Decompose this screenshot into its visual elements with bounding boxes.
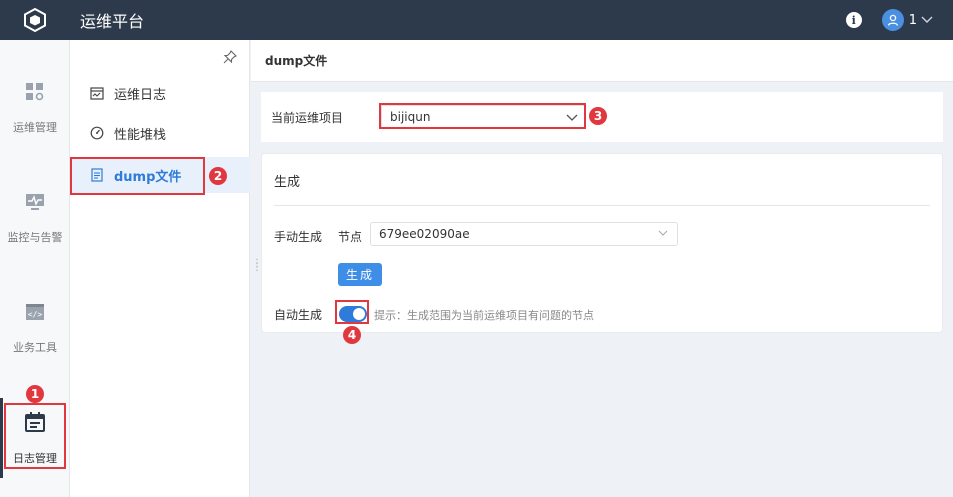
grid-icon <box>25 82 45 105</box>
highlight-box-toggle <box>335 300 369 324</box>
highlight-box-project-select <box>379 103 586 129</box>
chevron-down-icon <box>657 227 669 242</box>
highlight-box-log-management <box>4 403 66 469</box>
sub-nav: 运维日志 性能堆栈 dump文件 <box>70 40 250 497</box>
nav-label: 监控与告警 <box>7 230 63 244</box>
node-label: 节点 <box>338 230 363 244</box>
chevron-down-icon[interactable] <box>921 13 933 27</box>
sub-item-ops-log[interactable]: 运维日志 <box>70 75 250 111</box>
section-title: 生成 <box>274 175 301 190</box>
sub-item-label: 性能堆栈 <box>114 127 167 143</box>
badge-1: 1 <box>26 385 44 403</box>
user-name[interactable]: 1 <box>909 13 917 28</box>
active-indicator <box>0 398 3 478</box>
node-select[interactable]: 679ee02090ae <box>370 222 678 246</box>
code-window-icon: </> <box>25 302 45 325</box>
page-title: dump文件 <box>251 40 953 82</box>
nav-item-ops-management[interactable]: 运维管理 <box>0 68 70 148</box>
info-icon[interactable]: i <box>845 12 862 28</box>
gauge-icon <box>90 126 104 140</box>
hint-text: 提示：生成范围为当前运维项目有问题的节点 <box>374 309 594 322</box>
sub-item-label: 运维日志 <box>114 87 167 103</box>
nav-item-business-tools[interactable]: </> 业务工具 <box>0 288 70 368</box>
user-avatar-icon[interactable] <box>881 9 904 31</box>
badge-3: 3 <box>589 107 607 125</box>
top-bar: 运维平台 i 1 <box>0 0 953 40</box>
badge-4: 4 <box>343 326 361 344</box>
app-title: 运维平台 <box>80 12 145 31</box>
manual-generate-label: 手动生成 <box>274 230 323 244</box>
nav-label: 运维管理 <box>13 120 57 134</box>
badge-2: 2 <box>209 167 227 185</box>
sub-item-perf-stack[interactable]: 性能堆栈 <box>70 115 250 151</box>
log-icon <box>90 86 104 100</box>
nav-label: 业务工具 <box>13 340 57 354</box>
cube-logo-icon[interactable] <box>0 0 70 40</box>
auto-generate-label: 自动生成 <box>274 308 323 322</box>
generate-button[interactable]: 生成 <box>338 263 382 286</box>
project-label: 当前运维项目 <box>271 110 344 125</box>
svg-text:</>: </> <box>28 310 43 319</box>
nav-item-monitoring[interactable]: 监控与告警 <box>0 178 70 258</box>
node-value: 679ee02090ae <box>379 227 470 241</box>
monitor-icon <box>25 192 45 215</box>
divider <box>274 205 930 206</box>
pin-icon[interactable] <box>223 50 237 67</box>
highlight-box-dump-file <box>70 157 205 195</box>
